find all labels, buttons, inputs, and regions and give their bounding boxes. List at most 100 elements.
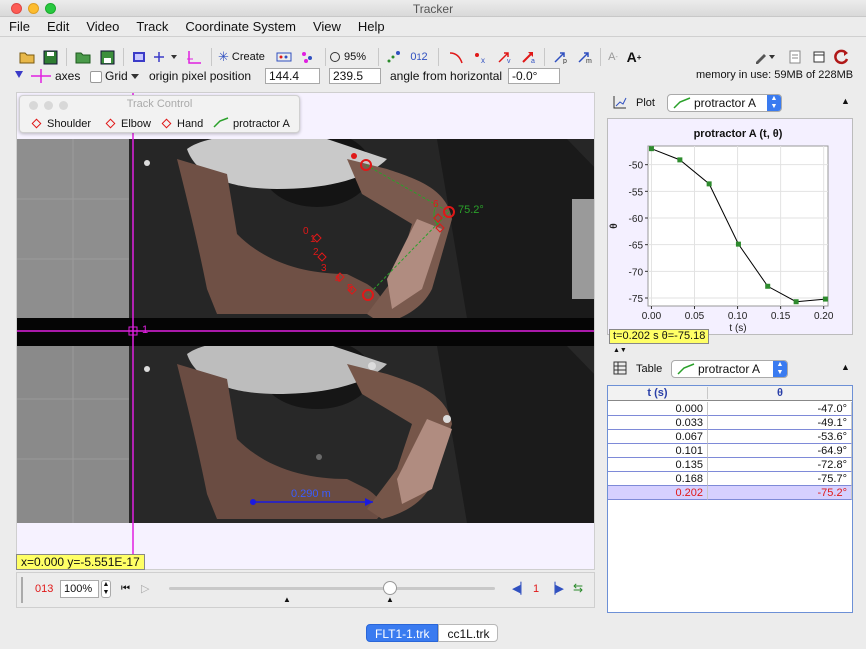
track-button-elbow[interactable]: Elbow — [105, 116, 151, 131]
pencil-icon[interactable] — [752, 47, 778, 67]
menu-track[interactable]: Track — [127, 17, 176, 36]
start-marker-icon[interactable]: ▲ — [283, 595, 291, 604]
origin-y-field[interactable]: 239.5 — [329, 68, 381, 84]
export-icon[interactable] — [98, 47, 116, 67]
rate-spinner[interactable]: ▲ ▼ — [101, 580, 111, 598]
menu-coordinate-system[interactable]: Coordinate System — [176, 17, 304, 36]
step-back-icon[interactable]: ◀▏ — [512, 582, 529, 595]
track-button-shoulder[interactable]: Shoulder — [31, 116, 91, 131]
position-icon[interactable]: x — [470, 47, 490, 67]
column-header-t[interactable]: t (s) — [608, 387, 708, 399]
end-marker-icon[interactable]: ▲ — [386, 595, 394, 604]
plot-collapse-icon[interactable]: ▲ — [841, 96, 850, 106]
step-size[interactable]: 1 — [533, 583, 539, 595]
video-panel[interactable]: 75.2° 0 1 2 3 4 5 6 0.290 m 1 — [16, 92, 595, 570]
playback-rate-field[interactable]: 100% — [60, 580, 99, 598]
table-cell-t[interactable]: 0.135 — [608, 458, 708, 472]
table-cell-theta[interactable]: -49.1° — [708, 416, 852, 430]
path-icon[interactable] — [446, 47, 466, 67]
playback-slider[interactable] — [169, 587, 495, 590]
protractor-icon — [677, 363, 697, 378]
trails-icon[interactable] — [384, 47, 404, 67]
table-row[interactable]: 0.101 -64.9° — [608, 444, 852, 458]
layout-icon[interactable] — [810, 47, 828, 67]
axes-dropdown-icon[interactable] — [15, 71, 23, 78]
axes-cross-icon — [31, 69, 51, 86]
origin-x-field[interactable]: 144.4 — [265, 68, 320, 84]
table-track-dropdown[interactable]: protractor A ▲ ▼ — [671, 360, 788, 378]
track-button-protractor[interactable]: protractor A — [213, 116, 290, 131]
plot-tab-label[interactable]: Plot — [636, 97, 655, 109]
column-header-theta[interactable]: θ — [708, 387, 852, 399]
plot-track-dropdown[interactable]: protractor A ▲ ▼ — [667, 94, 782, 112]
axes-menu-icon[interactable] — [152, 47, 180, 67]
y-tick-label: -75 — [629, 294, 644, 305]
menu-video[interactable]: Video — [77, 17, 127, 36]
grid-checkbox[interactable] — [90, 71, 102, 83]
table-cell-t[interactable]: 0.033 — [608, 416, 708, 430]
clip-settings-icon[interactable] — [130, 47, 148, 67]
play-icon[interactable]: ▷ — [141, 582, 149, 595]
table-cell-theta[interactable]: -75.2° — [708, 486, 852, 500]
save-icon[interactable] — [41, 47, 59, 67]
table-cell-t[interactable]: 0.202 — [608, 486, 708, 500]
plot-scroll-icon[interactable]: ▲▼ — [613, 347, 627, 354]
table-cell-theta[interactable]: -72.8° — [708, 458, 852, 472]
hand-trail[interactable] — [312, 213, 445, 295]
protractor-arm-2[interactable] — [367, 211, 450, 296]
menu-file[interactable]: File — [0, 17, 38, 36]
tab-cc1l[interactable]: cc1L.trk — [438, 624, 499, 642]
table-cell-theta[interactable]: -47.0° — [708, 402, 852, 416]
table-row[interactable]: 0.168 -75.7° — [608, 472, 852, 486]
create-track-button[interactable]: ✳ Create — [218, 47, 270, 67]
tape-end-left[interactable] — [250, 499, 256, 505]
theta-plot[interactable]: 0.00 0.05 0.10 0.15 0.20 -50 -55 -60 -65 -70 -75 pr… — [608, 119, 852, 334]
loop-icon[interactable]: ⇆ — [573, 581, 583, 595]
zoom-button[interactable]: 95% — [330, 47, 372, 67]
tape-end-right[interactable] — [365, 498, 373, 506]
notes-icon[interactable] — [786, 47, 804, 67]
track-control-icon[interactable] — [274, 47, 294, 67]
table-row[interactable]: 0.202 -75.2° — [608, 486, 852, 500]
table-cell-t[interactable]: 0.067 — [608, 430, 708, 444]
open-video-icon[interactable] — [74, 47, 92, 67]
slider-thumb[interactable] — [383, 581, 397, 595]
mass-icon[interactable]: m — [574, 47, 594, 67]
velocity-icon[interactable]: v — [494, 47, 514, 67]
player-handle[interactable] — [21, 577, 23, 603]
table-row[interactable]: 0.033 -49.1° — [608, 416, 852, 430]
autotracker-icon[interactable] — [298, 47, 318, 67]
plot-area[interactable]: 0.00 0.05 0.10 0.15 0.20 -50 -55 -60 -65 -70 -75 pr… — [607, 118, 853, 335]
font-smaller-icon[interactable]: A- — [604, 47, 622, 67]
table-row[interactable]: 0.067 -53.6° — [608, 430, 852, 444]
menu-edit[interactable]: Edit — [38, 17, 77, 36]
momentum-icon[interactable]: p — [550, 47, 570, 67]
tab-flt1-1[interactable]: FLT1-1.trk — [366, 624, 439, 642]
labels-icon[interactable]: 012 — [408, 47, 430, 67]
table-cell-theta[interactable]: -53.6° — [708, 430, 852, 444]
go-to-start-icon[interactable]: ⏮ — [121, 583, 130, 594]
table-cell-t[interactable]: 0.000 — [608, 402, 708, 416]
table-cell-t[interactable]: 0.168 — [608, 472, 708, 486]
angle-field[interactable]: -0.0° — [508, 68, 560, 84]
refresh-icon[interactable] — [832, 47, 852, 67]
frame-number[interactable]: 013 — [35, 583, 53, 595]
grid-dropdown-icon[interactable] — [131, 74, 139, 79]
open-folder-icon[interactable] — [18, 47, 36, 67]
track-button-hand[interactable]: Hand — [161, 116, 203, 131]
table-cell-theta[interactable]: -64.9° — [708, 444, 852, 458]
table-tab-label[interactable]: Table — [636, 363, 662, 375]
menu-help[interactable]: Help — [349, 17, 393, 36]
video-player-bar: 013 100% ▲ ▼ ⏮ ▷ ▲ ▲ ◀▏ 1 ▕▶ ⇆ — [16, 572, 595, 608]
menu-view[interactable]: View — [304, 17, 349, 36]
table-row[interactable]: 0.135 -72.8° — [608, 458, 852, 472]
step-forward-icon[interactable]: ▕▶ — [547, 582, 564, 595]
table-cell-t[interactable]: 0.101 — [608, 444, 708, 458]
calibration-icon[interactable] — [184, 47, 204, 67]
font-larger-icon[interactable]: A + — [624, 47, 644, 67]
data-table[interactable]: t (s) θ 0.000 -47.0° 0.033 -49.1° 0.067 -53.6… — [607, 385, 853, 613]
table-row[interactable]: 0.000 -47.0° — [608, 402, 852, 416]
table-cell-theta[interactable]: -75.7° — [708, 472, 852, 486]
acceleration-icon[interactable]: a — [518, 47, 538, 67]
table-collapse-icon[interactable]: ▲ — [841, 362, 850, 372]
